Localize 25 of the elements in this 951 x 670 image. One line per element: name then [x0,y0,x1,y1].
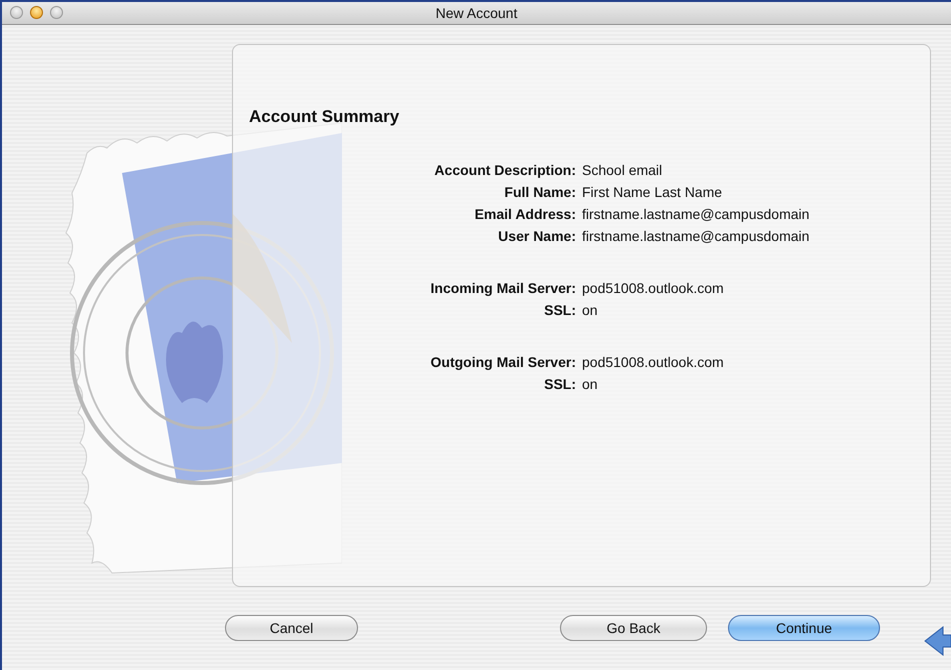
zoom-button[interactable] [50,6,63,20]
field-label: Outgoing Mail Server: [430,352,576,372]
minimize-button[interactable] [30,6,43,20]
field-label: Full Name: [503,182,576,202]
close-button[interactable] [10,6,23,20]
field-value: firstname.lastname@campusdomain [582,226,810,246]
cancel-button[interactable]: Cancel [225,615,358,642]
field-label: Incoming Mail Server: [430,278,576,298]
field-label: Email Address: [474,204,576,224]
field-value: pod51008.outlook.com [582,278,725,298]
go-back-button[interactable]: Go Back [560,615,707,642]
arrow-icon [923,624,951,658]
window-title: New Account [436,4,518,21]
field-value: School email [582,160,664,180]
summary-heading: Account Summary [249,106,400,127]
field-value: on [582,300,599,320]
field-value: on [582,374,599,394]
field-value: pod51008.outlook.com [582,352,725,372]
field-value: firstname.lastname@campusdomain [582,204,810,224]
continue-button[interactable]: Continue [728,615,880,642]
field-value: First Name Last Name [582,182,724,202]
field-label: Account Description: [433,160,576,180]
field-label: SSL: [543,374,576,394]
field-label: SSL: [543,300,576,320]
field-label: User Name: [497,226,576,246]
